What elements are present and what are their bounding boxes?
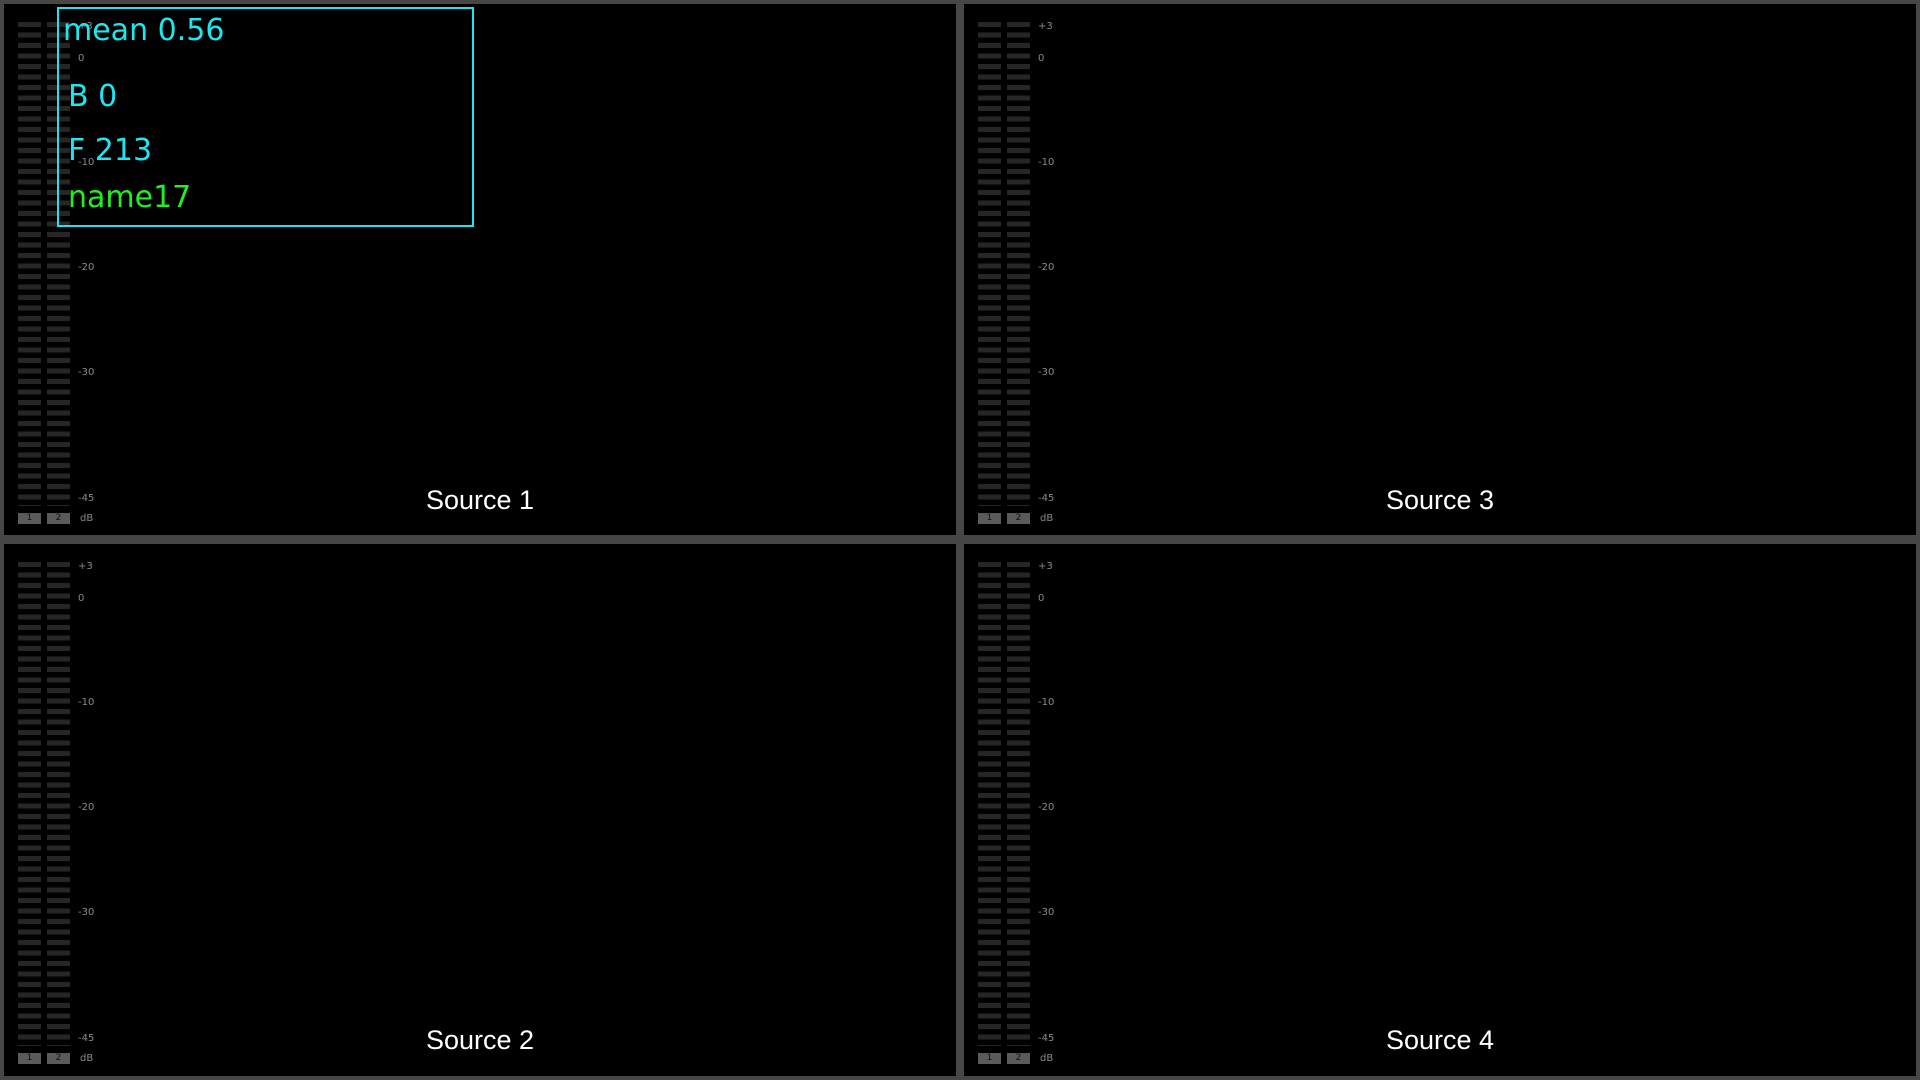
meter-scale-label: 0 bbox=[1038, 593, 1045, 604]
overlay-b-text: B 0 bbox=[68, 79, 118, 114]
meter-scale-label: -30 bbox=[1038, 907, 1055, 918]
video-tile-source-2[interactable]: +3 0 -10 -20 -30 -45 1 2 dB Source 2 bbox=[4, 544, 956, 1076]
source-label: Source 2 bbox=[425, 1025, 535, 1055]
meter-scale-label: -20 bbox=[1038, 262, 1055, 273]
meter-bar-channel-1 bbox=[978, 562, 1001, 1046]
overlay-f-text: F 213 bbox=[68, 133, 153, 168]
meter-bar-channel-2 bbox=[47, 562, 70, 1046]
meter-scale-label: -20 bbox=[78, 802, 95, 813]
video-tile-source-4[interactable]: +3 0 -10 -20 -30 -45 1 2 dB Source 4 bbox=[964, 544, 1916, 1076]
meter-bar-channel-1 bbox=[18, 22, 41, 506]
meter-scale-label: -30 bbox=[78, 907, 95, 918]
source-label: Source 4 bbox=[1385, 1025, 1495, 1055]
audio-meter: +3 0 -10 -20 -30 -45 1 2 dB bbox=[978, 22, 1054, 525]
meter-bar-channel-1 bbox=[18, 562, 41, 1046]
overlay-name-text: name17 bbox=[68, 180, 192, 215]
meter-scale-label: +3 bbox=[78, 561, 93, 572]
meter-scale-label: +3 bbox=[1038, 21, 1053, 32]
meter-scale-label: 0 bbox=[78, 593, 85, 604]
meter-scale-label: -30 bbox=[78, 367, 95, 378]
meter-bar-channel-1 bbox=[978, 22, 1001, 506]
overlay-mean-text: mean 0.56 bbox=[63, 13, 225, 48]
meter-scale-label: -10 bbox=[1038, 697, 1055, 708]
audio-meter: +3 0 -10 -20 -30 -45 1 2 dB bbox=[18, 562, 94, 1065]
meter-scale-label: 0 bbox=[1038, 53, 1045, 64]
source-label: Source 3 bbox=[1385, 485, 1495, 515]
meter-bar-channel-2 bbox=[1007, 562, 1030, 1046]
meter-scale-label: -30 bbox=[1038, 367, 1055, 378]
source-label: Source 1 bbox=[425, 485, 535, 515]
meter-scale-label: -10 bbox=[1038, 157, 1055, 168]
meter-scale-label: -20 bbox=[1038, 802, 1055, 813]
meter-scale-label: -10 bbox=[78, 697, 95, 708]
meter-bar-channel-2 bbox=[1007, 22, 1030, 506]
video-tile-source-3[interactable]: +3 0 -10 -20 -30 -45 1 2 dB Source 3 bbox=[964, 4, 1916, 535]
multiviewer-grid: +3 0 -10 -20 -30 -45 1 2 dB Source 1 +3 … bbox=[0, 0, 1920, 1080]
audio-meter: +3 0 -10 -20 -30 -45 1 2 dB bbox=[978, 562, 1054, 1065]
meter-scale-label: +3 bbox=[1038, 561, 1053, 572]
meter-scale-label: -20 bbox=[78, 262, 95, 273]
